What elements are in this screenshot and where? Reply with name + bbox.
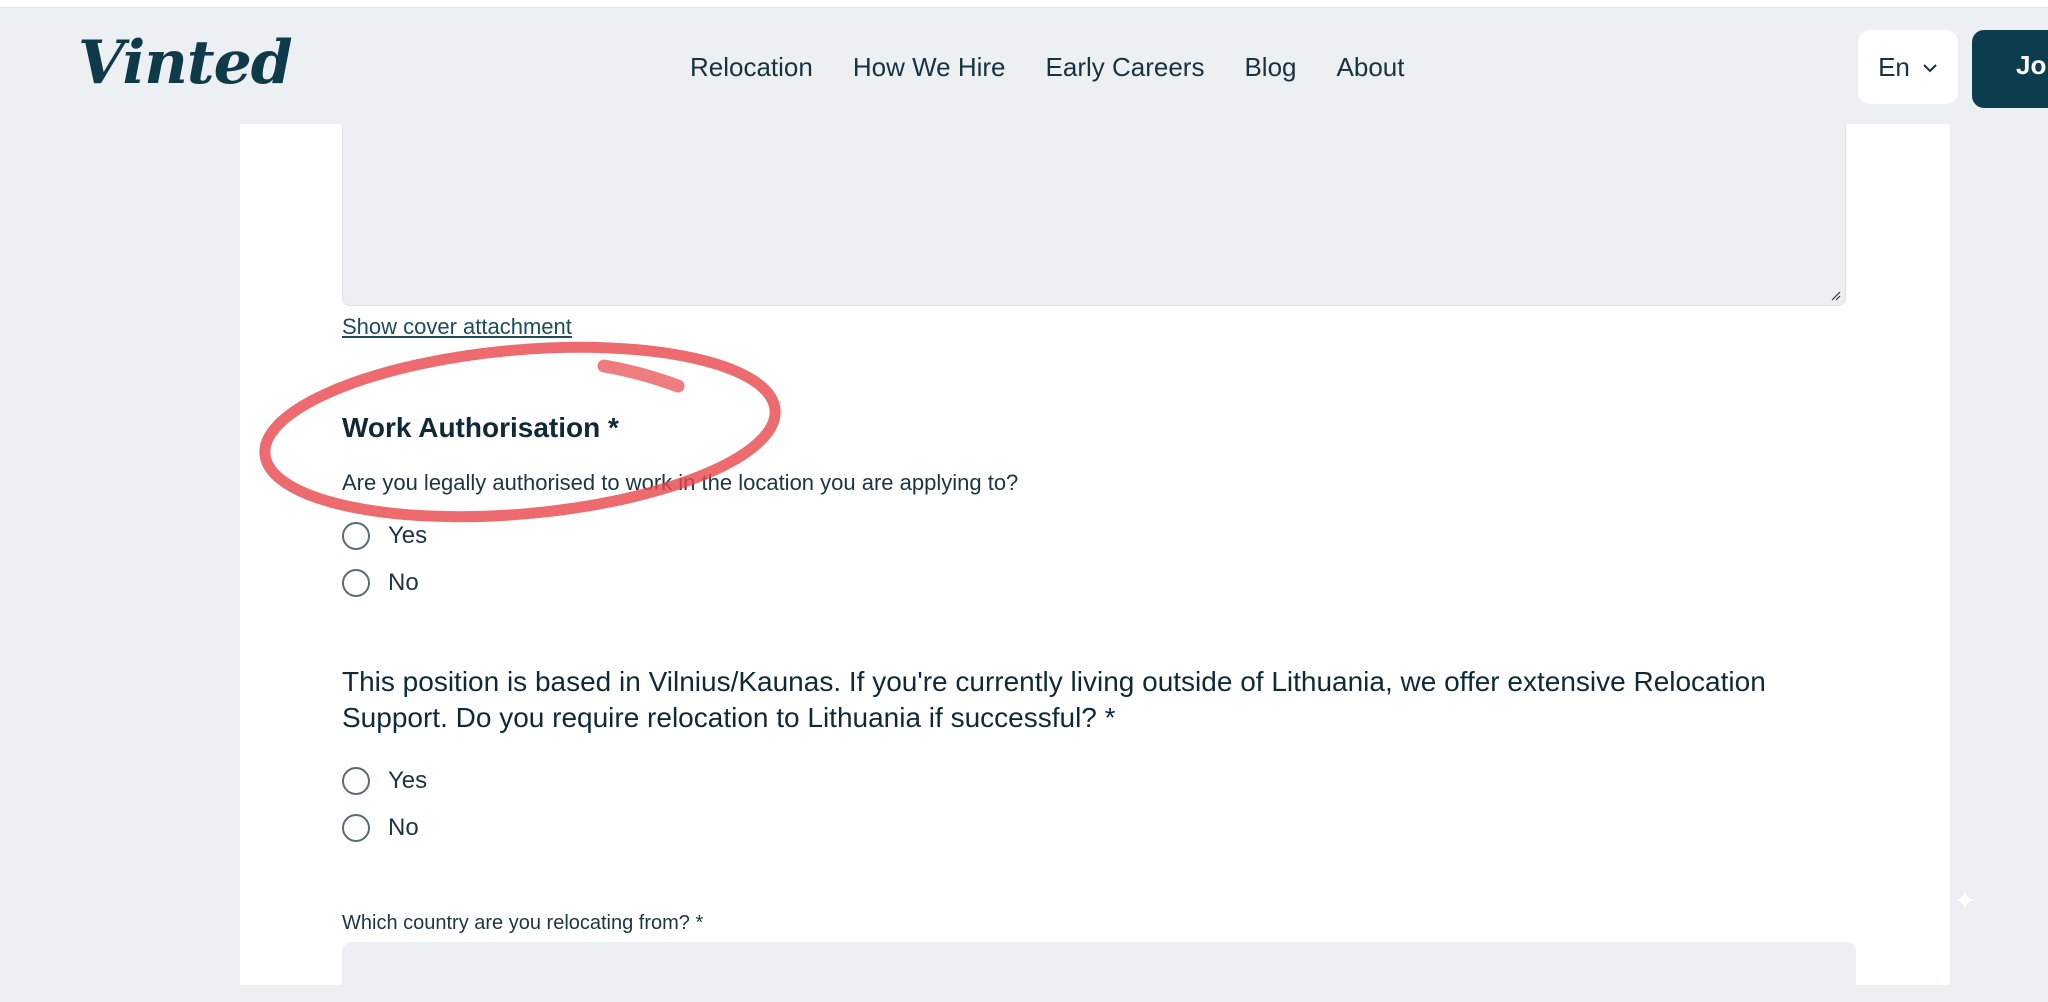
radio-button[interactable] (342, 522, 370, 550)
radio-label: Yes (388, 767, 428, 794)
site-header: Vinted Relocation How We Hire Early Care… (0, 8, 2048, 124)
relocation-yes-option[interactable]: Yes (342, 767, 427, 795)
resize-handle-icon[interactable] (1829, 289, 1841, 301)
nav-blog[interactable]: Blog (1244, 52, 1296, 83)
show-cover-attachment-link[interactable]: Show cover attachment (342, 314, 572, 340)
nav-how-we-hire[interactable]: How We Hire (853, 52, 1006, 83)
browser-top-strip (0, 0, 2048, 8)
radio-button[interactable] (342, 767, 370, 795)
radio-label: No (388, 569, 419, 596)
relocation-no-option[interactable]: No (342, 814, 419, 842)
radio-label: No (388, 814, 419, 841)
main-nav: Relocation How We Hire Early Careers Blo… (690, 52, 1404, 83)
work-auth-yes-option[interactable]: Yes (342, 522, 427, 550)
radio-label: Yes (388, 522, 428, 549)
work-auth-no-option[interactable]: No (342, 569, 419, 597)
radio-button[interactable] (342, 569, 370, 597)
work-authorisation-question: Are you legally authorised to work in th… (342, 470, 1019, 495)
radio-button[interactable] (342, 814, 370, 842)
nav-relocation[interactable]: Relocation (690, 52, 813, 83)
cover-letter-textarea[interactable] (342, 124, 1846, 306)
chevron-down-icon (1922, 57, 1938, 78)
vinted-logo[interactable]: Vinted (78, 28, 293, 98)
join-button[interactable]: Jo (1972, 30, 2048, 108)
language-value: En (1878, 51, 1910, 82)
country-input[interactable] (342, 942, 1856, 1002)
country-field-label: Which country are you relocating from? * (342, 912, 704, 934)
application-form-card: Show cover attachment Work Authorisation… (240, 124, 1950, 1002)
nav-about[interactable]: About (1337, 52, 1405, 83)
work-authorisation-title: Work Authorisation * (342, 412, 619, 443)
sparkle-icon: ✦ (1952, 885, 1978, 918)
relocation-question: This position is based in Vilnius/Kaunas… (342, 666, 1766, 733)
nav-early-careers[interactable]: Early Careers (1046, 52, 1205, 83)
language-select[interactable]: En (1858, 30, 1958, 104)
